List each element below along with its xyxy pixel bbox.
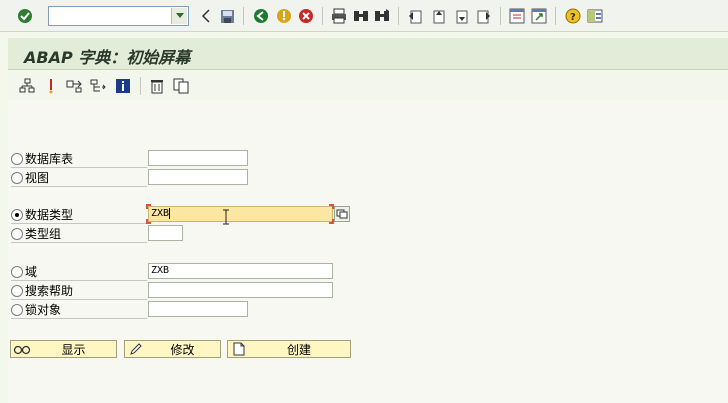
radio-row-data-type[interactable]: 数据类型: [11, 207, 73, 223]
system-toolbar: ?: [0, 0, 728, 32]
radio-view[interactable]: [11, 172, 23, 184]
hierarchy-icon[interactable]: [90, 77, 108, 95]
display-button[interactable]: 显示: [10, 340, 117, 358]
radio-lock-object[interactable]: [11, 304, 23, 316]
back-icon[interactable]: [252, 7, 270, 25]
ibeam-cursor-icon: [222, 209, 230, 225]
label-type-group: 类型组: [25, 227, 62, 241]
label-view: 视图: [25, 171, 50, 185]
create-button-label: 创建: [286, 342, 311, 357]
toolbar-separator: [555, 7, 556, 25]
chevron-left-icon[interactable]: [197, 7, 215, 25]
change-button-label: 修改: [170, 342, 195, 357]
text-cursor: [169, 207, 171, 219]
create-button[interactable]: 创建: [227, 340, 351, 358]
radio-search-help[interactable]: [11, 285, 23, 297]
label-underline: [11, 167, 147, 168]
label-domain: 域: [25, 265, 38, 279]
search-help-input[interactable]: [148, 282, 333, 298]
toolbar-separator: [140, 77, 141, 95]
chevron-down-icon[interactable]: [171, 8, 187, 24]
domain-input[interactable]: ZXB: [148, 263, 333, 279]
toolbar-separator: [322, 7, 323, 25]
label-search-help: 搜索帮助: [25, 284, 74, 298]
radio-data-type[interactable]: [11, 209, 23, 221]
previous-page-icon[interactable]: [429, 7, 447, 25]
last-page-icon[interactable]: [475, 7, 493, 25]
new-session-icon[interactable]: [508, 7, 526, 25]
radio-database-table[interactable]: [11, 153, 23, 165]
label-underline: [11, 299, 147, 300]
application-toolbar: [8, 72, 728, 100]
label-underline: [11, 223, 147, 224]
print-icon[interactable]: [330, 7, 348, 25]
layout-menu-icon[interactable]: [586, 7, 604, 25]
label-database-table: 数据库表: [25, 152, 74, 166]
delete-icon[interactable]: [148, 77, 166, 95]
radio-row-database-table[interactable]: 数据库表: [11, 151, 73, 167]
database-table-input[interactable]: [148, 150, 248, 166]
object-list-icon[interactable]: [18, 77, 36, 95]
first-page-icon[interactable]: [406, 7, 424, 25]
radio-domain[interactable]: [11, 266, 23, 278]
toolbar-separator: [398, 7, 399, 25]
toolbar-separator: [500, 7, 501, 25]
svg-text:?: ?: [570, 12, 576, 23]
change-button[interactable]: 修改: [124, 340, 221, 358]
radio-type-group[interactable]: [11, 228, 23, 240]
toolbar-separator: [243, 7, 244, 25]
label-lock-object: 锁对象: [25, 303, 62, 317]
label-underline: [11, 186, 147, 187]
view-input[interactable]: [148, 169, 248, 185]
shortcut-icon[interactable]: [530, 7, 548, 25]
label-underline: [11, 280, 147, 281]
label-data-type: 数据类型: [25, 208, 74, 222]
navigation-icon[interactable]: [66, 77, 84, 95]
radio-row-type-group[interactable]: 类型组: [11, 226, 61, 242]
help-icon[interactable]: ?: [564, 7, 582, 25]
lock-object-input[interactable]: [148, 301, 248, 317]
info-icon[interactable]: [114, 77, 132, 95]
command-field[interactable]: [48, 6, 189, 26]
radio-row-domain[interactable]: 域: [11, 264, 37, 280]
initial-screen-form: 数据库表 视图 数据类型 ZXB 类型组 域 ZXB 搜索帮助 锁对象 显示 修…: [8, 100, 728, 403]
radio-row-search-help[interactable]: 搜索帮助: [11, 283, 73, 299]
radio-row-lock-object[interactable]: 锁对象: [11, 302, 61, 318]
value-help-icon: [336, 209, 348, 219]
radio-row-view[interactable]: 视图: [11, 170, 49, 186]
new-document-icon: [230, 341, 248, 357]
save-icon[interactable]: [218, 7, 236, 25]
next-page-icon[interactable]: [452, 7, 470, 25]
find-icon[interactable]: [352, 7, 370, 25]
pencil-icon: [127, 341, 145, 357]
copy-icon[interactable]: [172, 77, 190, 95]
find-next-icon[interactable]: [373, 7, 391, 25]
where-used-icon[interactable]: [42, 77, 60, 95]
data-type-input-value: ZXB: [151, 208, 170, 219]
focus-corner: [146, 219, 151, 224]
focus-corner: [146, 204, 151, 209]
value-help-button[interactable]: [334, 206, 350, 222]
label-underline: [11, 242, 147, 243]
glasses-icon: [13, 341, 31, 357]
label-underline: [11, 318, 147, 319]
cancel-icon[interactable]: [297, 7, 315, 25]
type-group-input[interactable]: [148, 225, 183, 241]
data-type-input[interactable]: ZXB: [148, 206, 333, 222]
enter-checkmark-icon[interactable]: [16, 7, 34, 25]
exit-icon[interactable]: [275, 7, 293, 25]
title-bar: ABAP 字典：初始屏幕: [8, 38, 728, 70]
page-title: ABAP 字典：初始屏幕: [24, 48, 191, 67]
display-button-label: 显示: [61, 342, 86, 357]
